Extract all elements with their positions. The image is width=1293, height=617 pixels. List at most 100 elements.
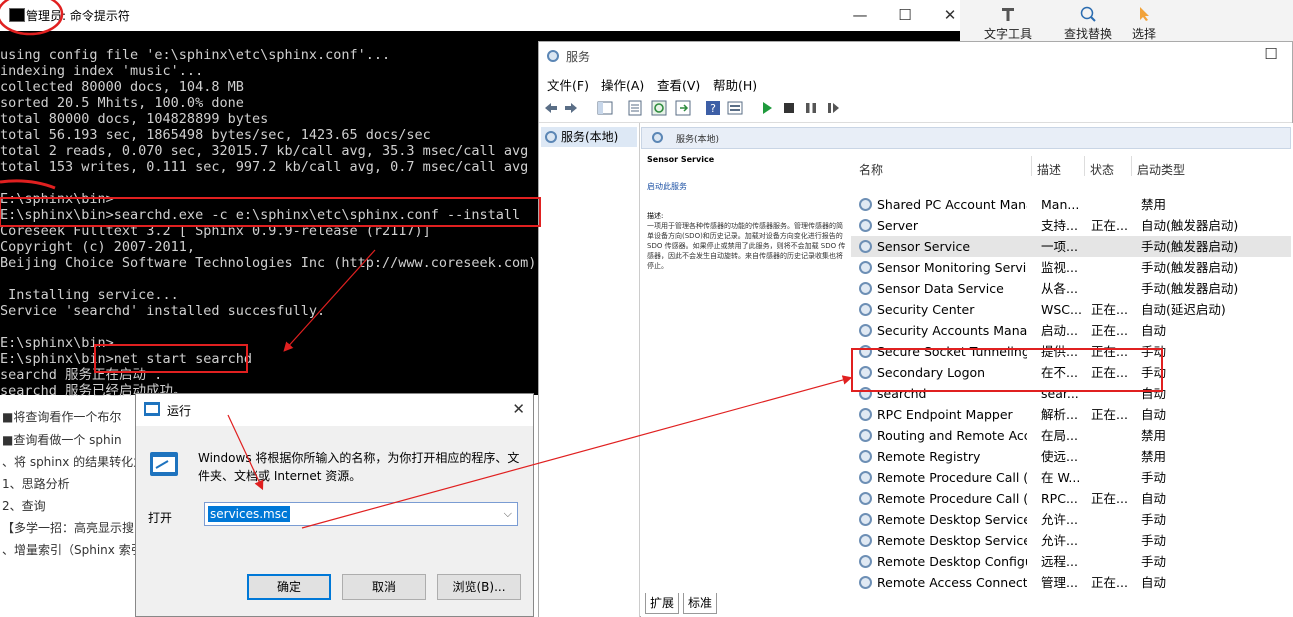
console-line: sorted 20.5 Mhits, 100.0% done: [0, 95, 244, 111]
tree-item-services-local[interactable]: 服务(本地): [541, 127, 637, 147]
doc-line: 2、查询: [2, 499, 46, 513]
run-icon: [144, 402, 160, 416]
table-row[interactable]: Remote Procedure Call (... RPC... 正在... 自动: [851, 488, 1291, 509]
table-row[interactable]: Server 支持... 正在... 自动(触发器启动): [851, 215, 1291, 236]
table-row[interactable]: Sensor Monitoring Service 监视... 手动(触发器启动): [851, 257, 1291, 278]
close-icon[interactable]: ✕: [512, 400, 525, 418]
properties-icon[interactable]: [627, 100, 643, 116]
restart-icon[interactable]: [825, 100, 841, 116]
column-divider[interactable]: [1131, 156, 1132, 176]
menu-action[interactable]: 操作(A): [601, 75, 644, 94]
console-line: total 2 reads, 0.070 sec, 32015.7 kb/cal…: [0, 143, 529, 159]
table-row[interactable]: Sensor Data Service 从各... 手动(触发器启动): [851, 278, 1291, 299]
column-header-startup-type[interactable]: 启动类型: [1137, 161, 1185, 178]
cell-startup: 手动: [1141, 554, 1167, 569]
table-row[interactable]: Security Center WSC... 正在... 自动(延迟启动): [851, 299, 1291, 320]
doc-line: ■查询看做一个 sphin: [2, 433, 122, 447]
console-line: Beijing Choice Software Technologies Inc…: [0, 255, 537, 271]
open-input[interactable]: services.msc ⌵: [204, 502, 518, 526]
cell-startup: 自动: [1141, 407, 1167, 422]
column-header-name[interactable]: 名称: [859, 161, 883, 178]
console-line: collected 80000 docs, 104.8 MB: [0, 79, 244, 95]
chevron-down-icon[interactable]: ⌵: [504, 507, 512, 521]
svg-text:?: ?: [710, 102, 716, 115]
menu-view[interactable]: 查看(V): [657, 75, 700, 94]
detail-header: 服务(本地): [641, 127, 1291, 149]
browse-button[interactable]: 浏览(B)...: [437, 574, 521, 600]
cell-name: Sensor Monitoring Service: [877, 260, 1027, 275]
description-title: Sensor Service: [647, 155, 715, 164]
cell-startup: 自动(延迟启动): [1141, 302, 1226, 317]
service-gear-icon: [859, 303, 872, 316]
cell-desc: Man...: [1041, 197, 1080, 212]
column-header-status[interactable]: 状态: [1090, 161, 1114, 178]
cell-status: 正在...: [1091, 407, 1128, 422]
tab-standard[interactable]: 标准: [683, 593, 718, 614]
table-row[interactable]: Remote Desktop Service... 允许... 手动: [851, 509, 1291, 530]
table-row[interactable]: Remote Desktop Services 允许... 手动: [851, 530, 1291, 551]
minimize-button[interactable]: —: [838, 4, 882, 26]
ok-button[interactable]: 确定: [247, 574, 331, 600]
table-row[interactable]: Shared PC Account Mana... Man... 禁用: [851, 194, 1291, 215]
cell-desc: 监视...: [1041, 260, 1078, 275]
services-gear-icon: [547, 50, 559, 62]
text-tool-button[interactable]: 文字工具: [984, 0, 1032, 46]
cancel-button[interactable]: 取消: [342, 574, 426, 600]
cell-desc: RPC...: [1041, 491, 1078, 506]
maximize-button[interactable]: ☐: [883, 4, 927, 26]
console-line: indexing index 'music'...: [0, 63, 204, 79]
table-row[interactable]: Sensor Service 一项... 手动(触发器启动): [851, 236, 1291, 257]
open-input-value[interactable]: services.msc: [208, 506, 290, 522]
description-text: 一项用于管理各种传感器的功能的传感器服务。管理传感器的简单设备方向(SDO)和历…: [647, 222, 846, 270]
service-gear-icon: [859, 366, 872, 379]
cell-status: 正在...: [1091, 491, 1128, 506]
console-line: E:\sphinx\bin>searchd.exe -c e:\sphinx\e…: [0, 207, 521, 223]
service-gear-icon: [859, 219, 872, 232]
start-service-link[interactable]: 启动此服务: [647, 181, 687, 192]
table-row[interactable]: Remote Desktop Configu... 远程... 手动: [851, 551, 1291, 572]
table-row[interactable]: Security Accounts Manag... 启动... 正在... 自动: [851, 320, 1291, 341]
find-replace-button[interactable]: 查找替换: [1064, 0, 1112, 46]
help-icon[interactable]: ?: [705, 100, 721, 116]
table-row[interactable]: Routing and Remote Acc... 在局... 禁用: [851, 425, 1291, 446]
export-list-icon[interactable]: [675, 100, 691, 116]
cell-startup: 自动(触发器启动): [1141, 218, 1239, 233]
cell-status: 正在...: [1091, 302, 1128, 317]
cell-name: Remote Registry: [877, 449, 981, 464]
cell-desc: sear...: [1041, 386, 1079, 401]
select-button[interactable]: 选择: [1132, 0, 1156, 46]
menu-help[interactable]: 帮助(H): [713, 75, 757, 94]
pause-icon[interactable]: [803, 100, 819, 116]
cell-name: Sensor Service: [877, 239, 971, 254]
table-row[interactable]: Secure Socket Tunneling ... 提供... 正在... 手动: [851, 341, 1291, 362]
back-arrow-icon[interactable]: [543, 100, 559, 116]
table-row[interactable]: Remote Registry 使远... 禁用: [851, 446, 1291, 467]
menu-file[interactable]: 文件(F): [547, 75, 589, 94]
run-program-icon: [150, 452, 178, 476]
console-tree-icon[interactable]: [597, 100, 613, 116]
stop-icon[interactable]: [781, 100, 797, 116]
cell-name: Server: [877, 218, 918, 233]
table-row[interactable]: RPC Endpoint Mapper 解析... 正在... 自动: [851, 404, 1291, 425]
table-row[interactable]: searchd sear... 自动: [851, 383, 1291, 404]
find-replace-icon: [1080, 6, 1096, 22]
column-header-description[interactable]: 描述: [1037, 161, 1061, 178]
show-hide-icon[interactable]: [727, 100, 743, 116]
maximize-button[interactable]: ☐: [1249, 43, 1293, 65]
refresh-icon[interactable]: [651, 100, 667, 116]
background-document: ■将查询看作一个布尔 ■查询看做一个 sphin 、将 sphinx 的结果转化…: [0, 390, 140, 617]
column-divider[interactable]: [1084, 156, 1085, 176]
column-divider[interactable]: [1031, 156, 1032, 176]
console-line: E:\sphinx\bin>: [0, 191, 114, 207]
tab-extended[interactable]: 扩展: [645, 593, 680, 614]
table-row[interactable]: Secondary Logon 在不... 正在... 手动: [851, 362, 1291, 383]
table-row[interactable]: Remote Procedure Call (... 在 W... 手动: [851, 467, 1291, 488]
console-line: Installing service...: [0, 287, 179, 303]
close-button[interactable]: ✕: [928, 4, 972, 26]
start-icon[interactable]: [759, 100, 775, 116]
cell-startup: 自动: [1141, 323, 1167, 338]
service-gear-icon: [859, 450, 872, 463]
open-label: 打开: [148, 511, 173, 525]
cell-name: Remote Procedure Call (...: [877, 470, 1027, 485]
forward-arrow-icon[interactable]: [563, 100, 579, 116]
